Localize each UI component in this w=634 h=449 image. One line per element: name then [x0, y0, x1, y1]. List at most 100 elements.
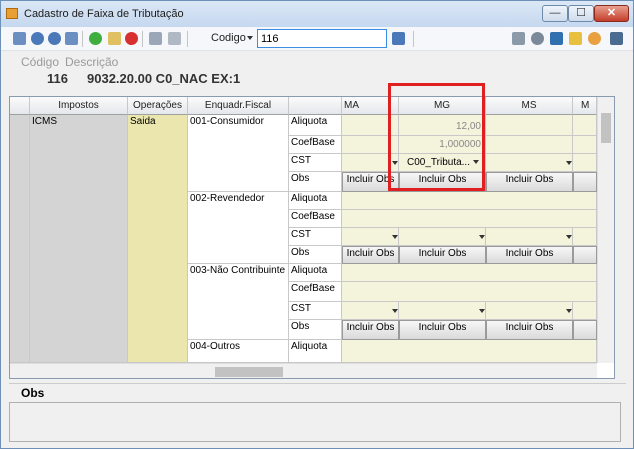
last-record-icon[interactable] — [65, 32, 78, 45]
obs-panel: Obs — [9, 383, 626, 445]
codigo-search-input[interactable] — [257, 29, 387, 48]
cell-enquadr[interactable]: 004-Outros — [188, 340, 289, 363]
cell-m-cst[interactable] — [573, 154, 597, 172]
incluir-obs-button[interactable] — [573, 320, 597, 340]
incluir-obs-button[interactable]: Incluir Obs — [342, 320, 399, 340]
cell-ms-aliquota[interactable] — [486, 115, 573, 136]
menu-icon[interactable] — [610, 32, 623, 45]
cell-campo-aliquota: Aliquota — [289, 340, 342, 363]
chevron-down-icon[interactable] — [566, 309, 572, 313]
close-button[interactable]: ✕ — [594, 5, 629, 22]
cell-ms-coefbase[interactable] — [486, 136, 573, 154]
horizontal-scroll-thumb[interactable] — [215, 367, 283, 377]
search-icon[interactable] — [392, 32, 405, 45]
incluir-obs-button[interactable]: Incluir Obs — [486, 172, 573, 192]
toolbar-separator — [187, 31, 188, 47]
incluir-obs-button[interactable]: Incluir Obs — [342, 246, 399, 264]
previous-record-icon[interactable] — [31, 32, 44, 45]
cell-m-coefbase[interactable] — [573, 136, 597, 154]
cell-ms-cst[interactable] — [486, 228, 573, 246]
chevron-down-icon[interactable] — [479, 235, 485, 239]
cell-campo-aliquota: Aliquota — [289, 192, 342, 210]
cell-m-cst[interactable] — [573, 302, 597, 320]
incluir-obs-button[interactable]: Incluir Obs — [486, 246, 573, 264]
cell-imposto[interactable]: ICMS — [30, 115, 128, 363]
column-header-impostos[interactable]: Impostos — [30, 97, 128, 115]
cell-ma-cst[interactable] — [342, 302, 399, 320]
cell-m-aliquota[interactable] — [573, 115, 597, 136]
cell-operacao[interactable]: Saida — [128, 115, 188, 363]
incluir-obs-button[interactable] — [573, 172, 597, 192]
vertical-scroll-thumb[interactable] — [601, 113, 611, 143]
toolbar-separator — [142, 31, 143, 47]
chevron-down-icon[interactable] — [479, 309, 485, 313]
cell-campo-cst: CST — [289, 154, 342, 172]
export-icon[interactable] — [550, 32, 563, 45]
column-header-m[interactable]: M — [573, 97, 597, 115]
cell-ma-cst[interactable] — [342, 228, 399, 246]
cell-campo-obs: Obs — [289, 172, 342, 192]
row-coefbase-states[interactable] — [342, 282, 597, 302]
chevron-down-icon[interactable] — [566, 235, 572, 239]
edit-icon[interactable] — [108, 32, 121, 45]
row-aliquota-states[interactable] — [342, 264, 597, 282]
minimize-button[interactable]: — — [542, 5, 568, 22]
maximize-button[interactable]: ☐ — [568, 5, 594, 22]
row-coefbase-states[interactable] — [342, 210, 597, 228]
vertical-scrollbar[interactable] — [597, 97, 614, 363]
toolbar-separator — [413, 31, 414, 47]
cell-campo-obs: Obs — [289, 320, 342, 340]
incluir-obs-button[interactable]: Incluir Obs — [399, 320, 486, 340]
first-record-icon[interactable] — [13, 32, 26, 45]
save-icon[interactable] — [149, 32, 162, 45]
row-header — [10, 115, 30, 363]
cell-mg-cst[interactable] — [399, 302, 486, 320]
chevron-down-icon[interactable] — [392, 309, 398, 313]
descricao-label: Descrição — [65, 55, 119, 69]
cell-mg-cst[interactable] — [399, 228, 486, 246]
cell-ms-cst[interactable] — [486, 154, 573, 172]
cell-campo-aliquota: Aliquota — [289, 115, 342, 136]
column-header-enquadr[interactable]: Enquadr.Fiscal — [188, 97, 289, 115]
cell-campo-coefbase: CoefBase — [289, 282, 342, 302]
new-icon[interactable] — [89, 32, 102, 45]
help-icon[interactable] — [588, 32, 601, 45]
incluir-obs-button[interactable]: Incluir Obs — [486, 320, 573, 340]
row-aliquota-states[interactable] — [342, 192, 597, 210]
main-window: Cadastro de Faixa de Tributação — ☐ ✕ Co… — [0, 0, 634, 449]
row-aliquota-states[interactable] — [342, 340, 597, 363]
next-record-icon[interactable] — [48, 32, 61, 45]
column-header-ms[interactable]: MS — [486, 97, 573, 115]
cell-campo-coefbase: CoefBase — [289, 136, 342, 154]
tax-grid[interactable]: Impostos Operações Enquadr.Fiscal MA MG … — [9, 96, 615, 379]
codigo-search-label[interactable]: Codigo — [211, 32, 246, 44]
horizontal-scrollbar[interactable] — [10, 363, 597, 378]
cell-enquadr[interactable]: 001-Consumidor — [188, 115, 289, 192]
incluir-obs-button[interactable]: Incluir Obs — [399, 246, 486, 264]
chevron-down-icon[interactable] — [392, 235, 398, 239]
codigo-value: 116 — [47, 71, 68, 86]
undo-icon[interactable] — [168, 32, 181, 45]
chevron-down-icon[interactable] — [566, 161, 572, 165]
window-title: Cadastro de Faixa de Tributação — [24, 8, 184, 20]
cell-m-cst[interactable] — [573, 228, 597, 246]
incluir-obs-button[interactable] — [573, 246, 597, 264]
cell-campo-cst: CST — [289, 302, 342, 320]
filter-icon[interactable] — [569, 32, 582, 45]
delete-icon[interactable] — [125, 32, 138, 45]
cell-ms-cst[interactable] — [486, 302, 573, 320]
cell-enquadr[interactable]: 003-Não Contribuinte — [188, 264, 289, 340]
cell-campo-cst: CST — [289, 228, 342, 246]
toolbar: Codigo — [1, 27, 633, 51]
record-info: Código Descrição 116 9032.20.00 C0_NAC E… — [1, 51, 633, 93]
highlight-annotation — [388, 83, 485, 191]
chevron-down-icon[interactable] — [247, 36, 253, 40]
column-header-operacoes[interactable]: Operações — [128, 97, 188, 115]
descricao-value: 9032.20.00 C0_NAC EX:1 — [87, 71, 241, 86]
column-header-campo[interactable] — [289, 97, 342, 115]
obs-textarea[interactable] — [9, 402, 621, 442]
cell-enquadr[interactable]: 002-Revendedor — [188, 192, 289, 264]
zoom-icon[interactable] — [531, 32, 544, 45]
cell-campo-obs: Obs — [289, 246, 342, 264]
print-icon[interactable] — [512, 32, 525, 45]
